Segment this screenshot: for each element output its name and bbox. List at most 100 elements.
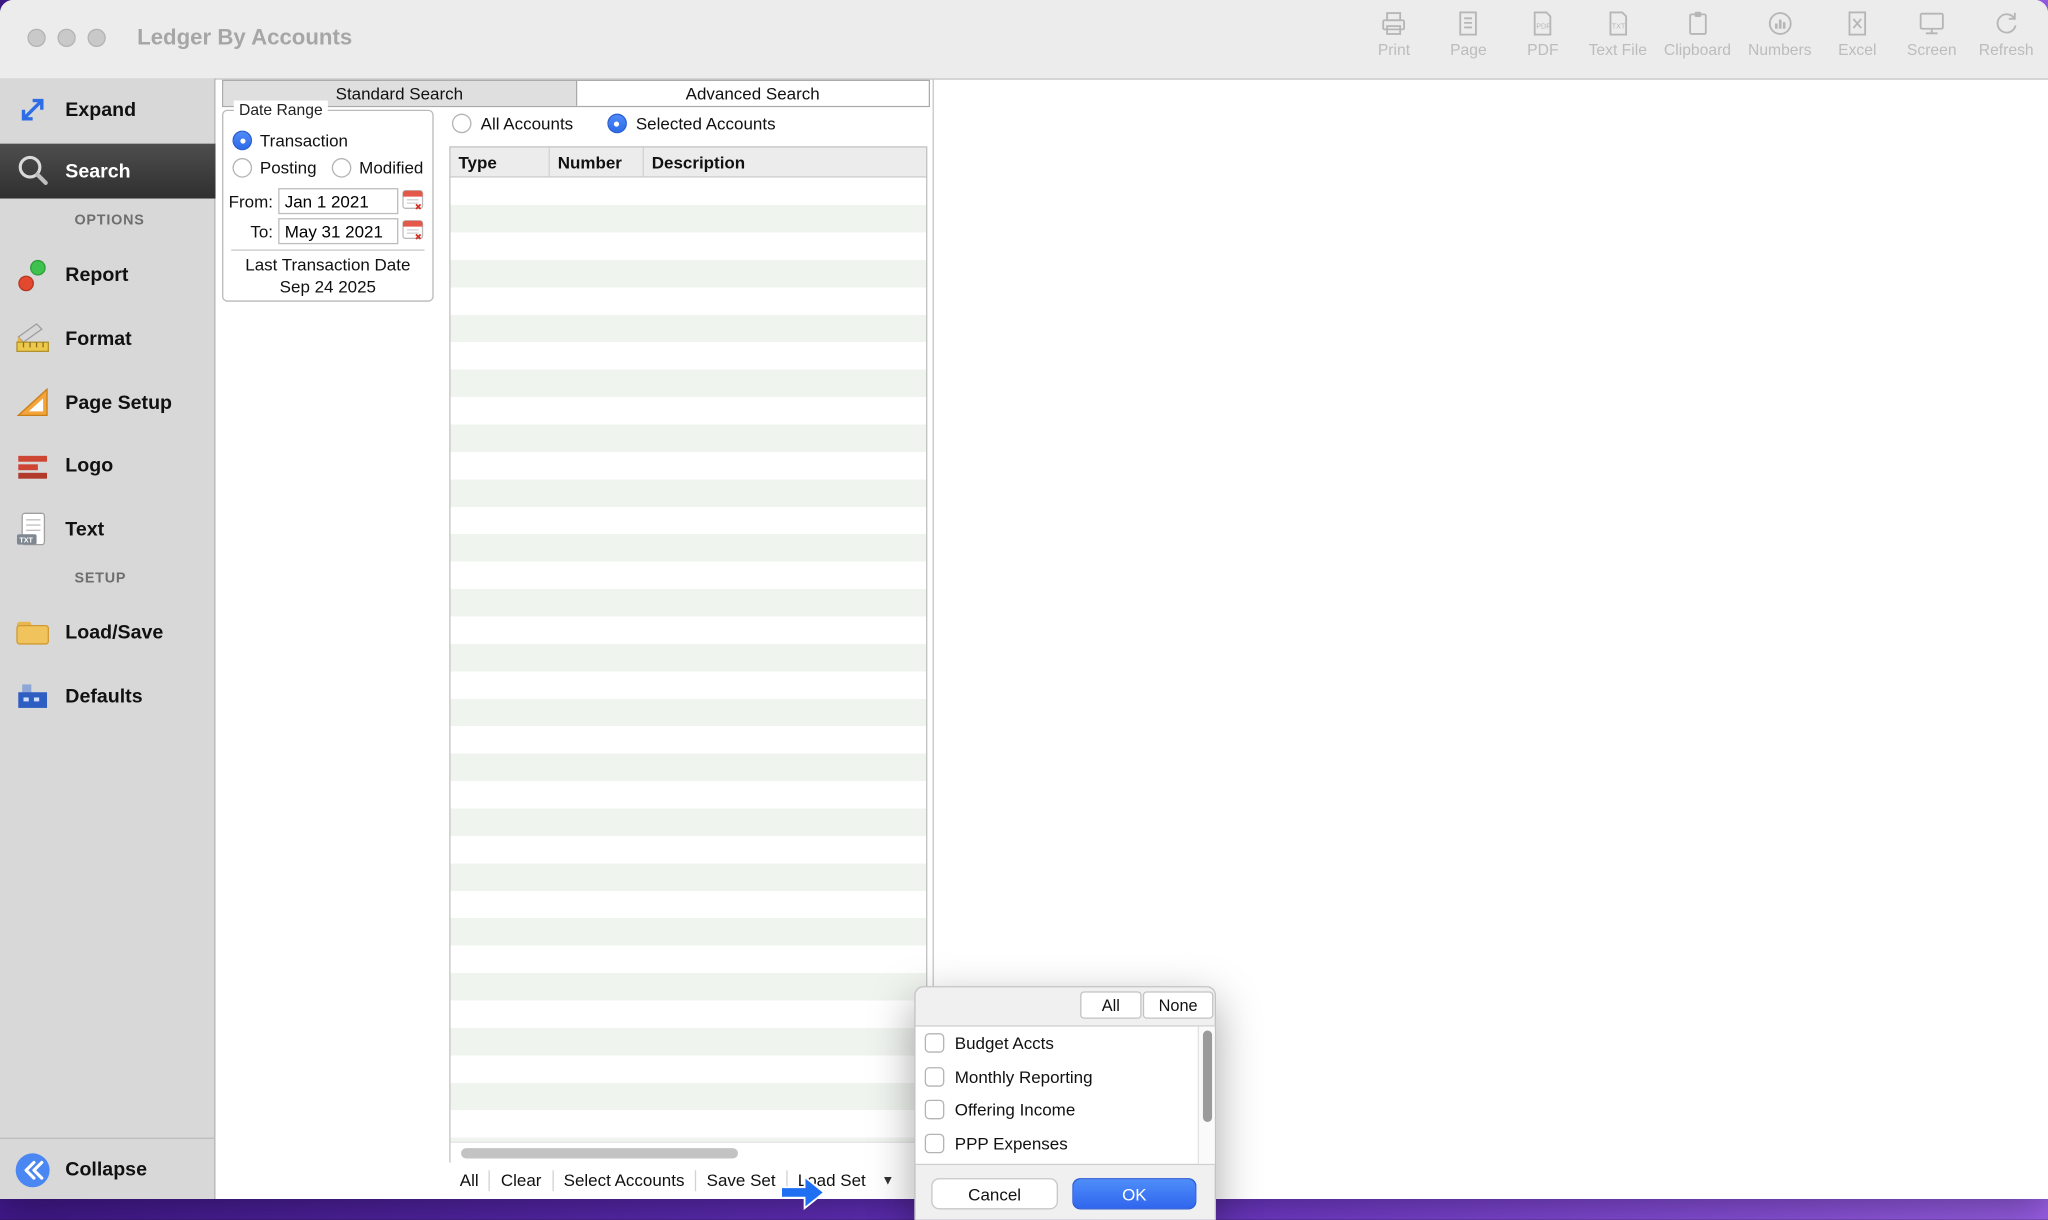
column-header-description[interactable]: Description (644, 148, 926, 177)
toolbar-numbers-button[interactable]: Numbers (1748, 10, 1812, 58)
toolbar-item-label: Screen (1907, 40, 1957, 58)
pdf-icon: PDF (1527, 10, 1558, 36)
accounts-table-body (451, 178, 926, 1142)
monthly-reporting-checkbox[interactable] (925, 1067, 945, 1087)
all-button[interactable]: All (449, 1170, 490, 1191)
posting-radio-row: Posting (232, 158, 316, 178)
load-set-dropdown-icon[interactable]: ▼ (881, 1174, 894, 1188)
list-item[interactable]: Monthly Reporting (916, 1060, 1215, 1093)
transaction-radio[interactable] (232, 131, 252, 151)
zoom-button[interactable] (88, 29, 106, 47)
to-label: To: (223, 222, 273, 242)
toolbar-screen-button[interactable]: Screen (1903, 10, 1960, 58)
list-item-label: Monthly Reporting (955, 1067, 1093, 1087)
refresh-icon (1991, 10, 2022, 36)
column-header-type[interactable]: Type (451, 148, 550, 177)
selected-accounts-label: Selected Accounts (636, 114, 776, 134)
transaction-radio-label: Transaction (260, 131, 348, 151)
page-icon (1453, 10, 1484, 36)
ppp-expenses-checkbox[interactable] (925, 1133, 945, 1153)
to-date-input[interactable] (278, 218, 398, 244)
report-icon (0, 254, 65, 296)
selected-accounts-radio[interactable] (607, 114, 627, 134)
popup-none-button[interactable]: None (1143, 991, 1214, 1018)
page-setup-icon (0, 381, 65, 423)
all-accounts-radio[interactable] (452, 114, 472, 134)
mouse-cursor (778, 1173, 828, 1212)
list-item[interactable]: Offering Income (916, 1093, 1215, 1126)
minimize-button[interactable] (57, 29, 75, 47)
sidebar-item-label: Report (65, 264, 128, 286)
print-icon (1378, 10, 1409, 36)
select-accounts-button[interactable]: Select Accounts (553, 1170, 696, 1191)
toolbar-page-button[interactable]: Page (1440, 10, 1497, 58)
search-tabbar: Standard Search Advanced Search (222, 80, 930, 107)
horizontal-scrollbar[interactable] (451, 1142, 926, 1164)
toolbar-pdf-button[interactable]: PDF PDF (1514, 10, 1571, 58)
column-header-number[interactable]: Number (550, 148, 644, 177)
modified-radio-row: Modified (332, 158, 424, 178)
screen: Ledger By Accounts Print Page PDF PDF TX… (0, 0, 2048, 1220)
svg-text:TXT: TXT (19, 537, 33, 545)
sidebar-item-load-save[interactable]: Load/Save (0, 601, 216, 664)
save-set-button[interactable]: Save Set (696, 1170, 787, 1191)
sidebar-item-label: Collapse (65, 1159, 147, 1181)
modified-radio-label: Modified (359, 158, 423, 178)
sidebar-item-text[interactable]: TXT Text (0, 498, 216, 561)
toolbar-print-button[interactable]: Print (1365, 10, 1422, 58)
popup-all-button[interactable]: All (1080, 991, 1141, 1018)
horizontal-scrollbar-thumb[interactable] (461, 1148, 738, 1158)
sidebar-item-label: Page Setup (65, 391, 172, 413)
sidebar-item-search[interactable]: Search (0, 144, 216, 199)
sidebar-item-collapse[interactable]: Collapse (0, 1138, 216, 1199)
toolbar-excel-button[interactable]: Excel (1829, 10, 1886, 58)
toolbar: Print Page PDF PDF TXT Text File Clipboa… (1365, 10, 2035, 58)
last-transaction-date: Sep 24 2025 (223, 277, 432, 297)
account-scope-radios: All Accounts Selected Accounts (452, 114, 776, 134)
posting-radio[interactable] (232, 158, 252, 178)
vertical-scrollbar-thumb[interactable] (1202, 1031, 1211, 1122)
building-icon (0, 675, 65, 717)
close-button[interactable] (27, 29, 45, 47)
toolbar-text-file-button[interactable]: TXT Text File (1589, 10, 1647, 58)
list-item-label: PPP Expenses (955, 1133, 1068, 1153)
sidebar-item-expand[interactable]: Expand (0, 81, 216, 138)
sidebar-item-label: Format (65, 328, 131, 350)
list-item-label: Offering Income (955, 1100, 1076, 1120)
from-calendar-icon[interactable] (402, 188, 424, 218)
excel-icon (1842, 10, 1873, 36)
collapse-icon (0, 1149, 65, 1191)
search-icon (0, 150, 65, 192)
sidebar-item-report[interactable]: Report (0, 243, 216, 307)
tab-advanced-search[interactable]: Advanced Search (577, 81, 929, 106)
list-item[interactable]: PPP Expenses (916, 1127, 1215, 1160)
clear-button[interactable]: Clear (490, 1170, 553, 1191)
toolbar-item-label: Clipboard (1664, 40, 1731, 58)
sidebar-item-format[interactable]: Format (0, 307, 216, 371)
toolbar-item-label: Page (1450, 40, 1487, 58)
sidebar-item-label: Text (65, 518, 104, 540)
toolbar-clipboard-button[interactable]: Clipboard (1664, 10, 1731, 58)
vertical-scrollbar[interactable] (1198, 1027, 1215, 1164)
toolbar-item-label: Excel (1838, 40, 1876, 58)
budget-accts-checkbox[interactable] (925, 1033, 945, 1053)
sidebar-item-label: Logo (65, 455, 113, 477)
divider (231, 249, 424, 250)
toolbar-refresh-button[interactable]: Refresh (1977, 10, 2034, 58)
sidebar-section-options: OPTIONS (74, 213, 144, 229)
svg-text:TXT: TXT (1611, 23, 1625, 31)
ok-button[interactable]: OK (1072, 1178, 1196, 1209)
to-calendar-icon[interactable] (402, 218, 424, 248)
list-item[interactable]: Budget Accts (916, 1027, 1215, 1060)
sidebar-item-label: Search (65, 160, 130, 182)
sidebar-item-logo[interactable]: Logo (0, 434, 216, 498)
from-date-input[interactable] (278, 188, 398, 214)
sidebar-item-defaults[interactable]: Defaults (0, 665, 216, 728)
window-title: Ledger By Accounts (137, 25, 352, 51)
format-icon (0, 318, 65, 360)
sidebar-item-page-setup[interactable]: Page Setup (0, 371, 216, 434)
modified-radio[interactable] (332, 158, 352, 178)
cancel-button[interactable]: Cancel (931, 1178, 1058, 1209)
screen-icon (1916, 10, 1947, 36)
offering-income-checkbox[interactable] (925, 1100, 945, 1120)
